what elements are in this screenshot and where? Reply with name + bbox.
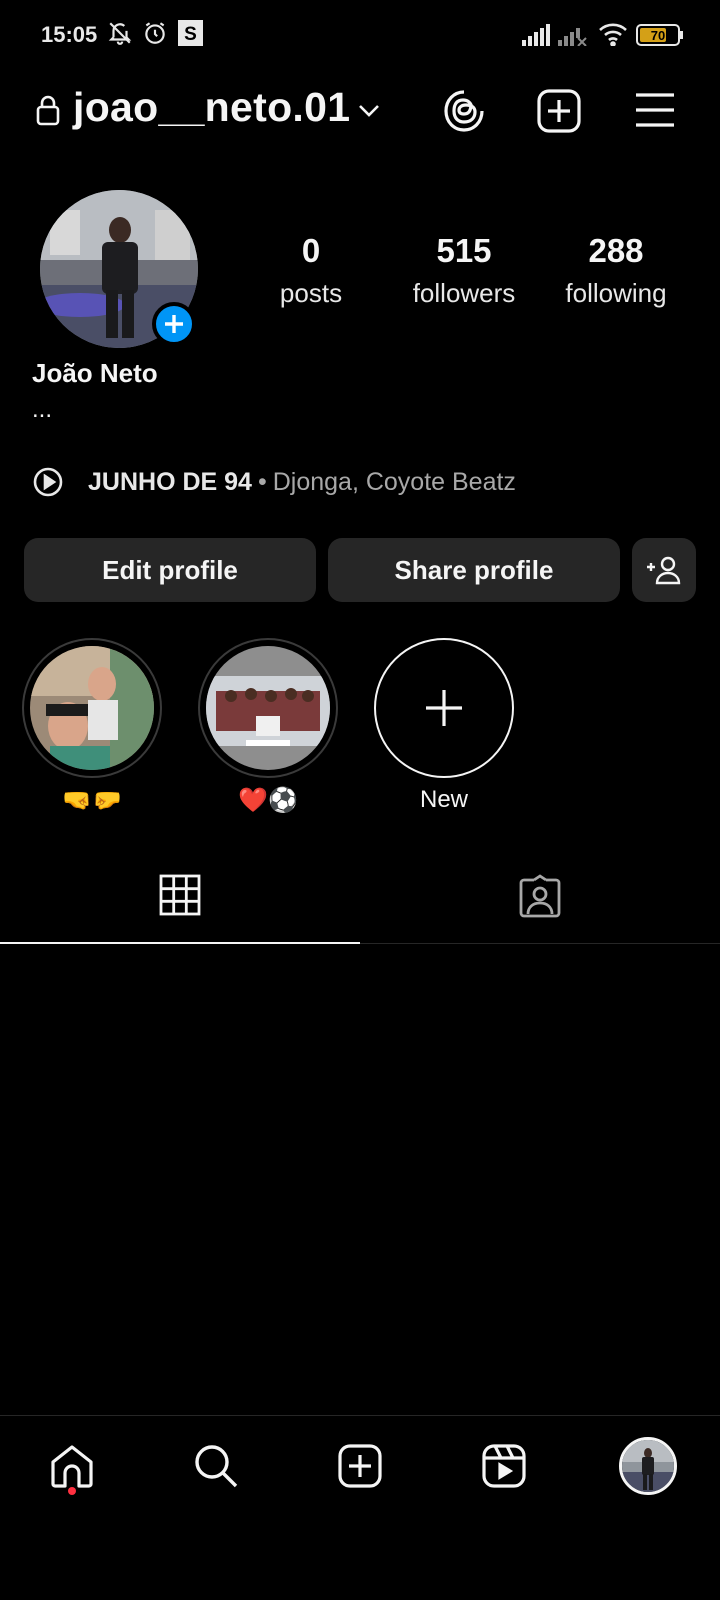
followers-label: followers — [412, 278, 516, 308]
followers-count: 515 — [436, 232, 492, 269]
signal-no-service-icon — [558, 28, 587, 46]
nav-reels[interactable] — [474, 1436, 534, 1496]
profile-avatar-container[interactable] — [40, 190, 198, 348]
stat-followers[interactable]: 515 followers — [398, 232, 530, 309]
reels-icon — [482, 1444, 526, 1488]
signal-icon — [522, 24, 550, 46]
stat-posts[interactable]: 0 posts — [261, 232, 361, 309]
notifications-muted-icon — [108, 22, 132, 45]
play-circle-icon — [33, 467, 63, 497]
music-title: JUNHO DE 94 — [88, 467, 252, 496]
add-person-icon — [647, 556, 681, 585]
music-artists: Djonga, Coyote Beatz — [272, 467, 516, 496]
following-label: following — [565, 278, 667, 308]
create-post-icon[interactable] — [536, 88, 582, 134]
battery-level: 70 — [651, 28, 665, 43]
new-highlight-label: New — [419, 786, 468, 813]
highlight-item[interactable]: ❤️⚽ — [198, 638, 338, 816]
menu-icon[interactable] — [634, 92, 676, 128]
battery-icon: 70 — [636, 24, 683, 46]
s-app-icon: S — [178, 20, 203, 46]
highlight-label: ❤️⚽ — [238, 787, 298, 814]
add-story-button[interactable] — [152, 302, 196, 346]
plus-icon — [165, 315, 183, 333]
grid-icon — [159, 874, 201, 916]
chevron-down-icon[interactable] — [358, 102, 380, 118]
lock-icon — [36, 95, 60, 126]
full-name: João Neto — [32, 358, 158, 388]
posts-label: posts — [279, 278, 343, 308]
bio: ... — [32, 396, 53, 423]
alarm-icon — [145, 22, 165, 44]
highlight-cover — [206, 646, 330, 770]
highlight-ring — [198, 638, 338, 778]
nav-profile[interactable] — [618, 1436, 678, 1496]
music-separator: • — [257, 467, 267, 496]
profile-header: joao__neto.01 — [0, 80, 720, 144]
stat-following[interactable]: 288 following — [550, 232, 682, 309]
nav-create[interactable] — [330, 1436, 390, 1496]
create-icon — [338, 1444, 382, 1488]
bottom-navigation — [0, 1415, 720, 1515]
tab-tagged[interactable] — [360, 860, 720, 944]
posts-count: 0 — [301, 232, 321, 269]
profile-music[interactable]: JUNHO DE 94 • Djonga, Coyote Beatz — [32, 462, 516, 502]
edit-profile-button[interactable]: Edit profile — [24, 538, 316, 602]
plus-icon — [426, 690, 462, 726]
highlight-item[interactable]: 🤜🤛 — [22, 638, 162, 816]
notification-dot — [68, 1487, 76, 1495]
status-time: 15:05 — [41, 22, 98, 47]
new-highlight-item[interactable]: New — [374, 638, 514, 816]
share-profile-button[interactable]: Share profile — [328, 538, 620, 602]
status-bar: 15:05 S 70 — [0, 0, 720, 70]
tagged-icon — [519, 874, 561, 918]
threads-icon[interactable] — [442, 88, 486, 134]
profile-tabs — [0, 860, 720, 944]
highlight-ring — [22, 638, 162, 778]
tab-grid[interactable] — [0, 860, 360, 944]
highlight-cover — [30, 646, 154, 770]
discover-people-button[interactable] — [632, 538, 696, 602]
home-icon — [51, 1445, 93, 1488]
search-icon — [195, 1445, 238, 1488]
wifi-icon — [599, 23, 627, 46]
highlight-label: 🤜🤛 — [62, 787, 122, 814]
new-highlight-button[interactable] — [374, 638, 514, 778]
profile-avatar-small — [619, 1437, 677, 1495]
svg-text:S: S — [184, 24, 197, 45]
nav-search[interactable] — [186, 1436, 246, 1496]
username[interactable]: joao__neto.01 — [73, 84, 350, 131]
following-count: 288 — [588, 232, 644, 269]
